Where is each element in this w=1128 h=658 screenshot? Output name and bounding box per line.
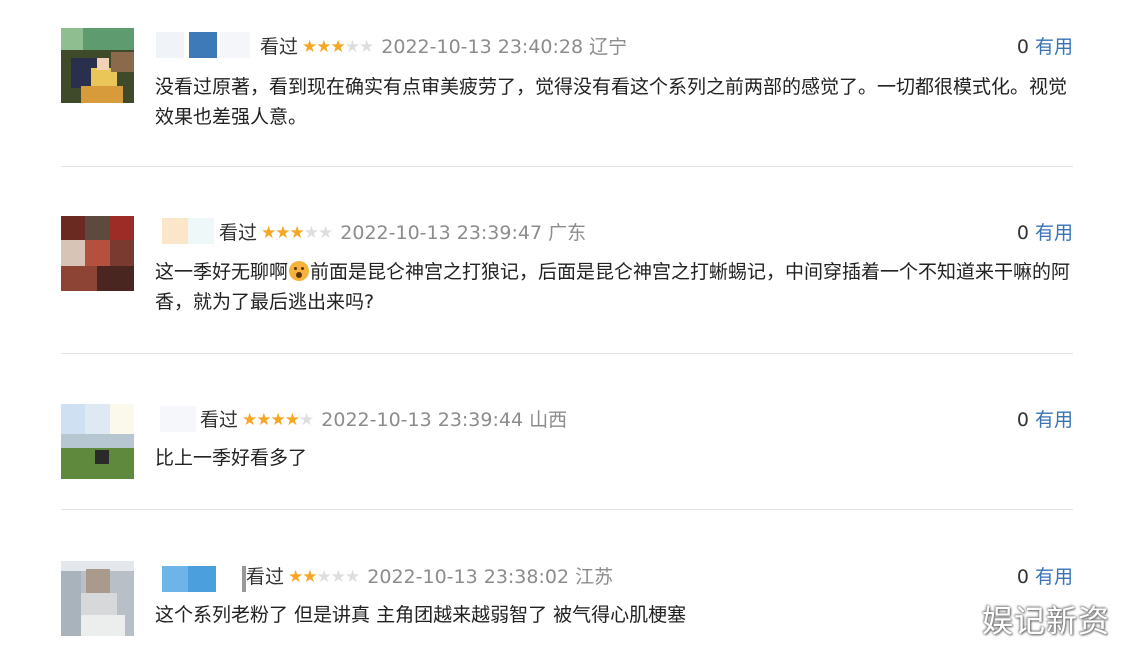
star-empty-icon: ★ xyxy=(299,410,314,430)
watermark: 娱记新资 xyxy=(982,604,1110,640)
comment-meta: 看过 ★★★★★ 2022-10-13 23:39:47 广东 xyxy=(219,218,586,248)
star-filled-icon: ★ xyxy=(302,567,317,587)
useful-button[interactable]: 有用 xyxy=(1035,36,1073,58)
star-filled-icon: ★ xyxy=(242,410,257,430)
watched-label: 看过 xyxy=(260,36,299,58)
star-filled-icon: ★ xyxy=(288,567,303,587)
comment-time: 2022-10-13 23:39:47 广东 xyxy=(340,222,586,244)
username-mosaic[interactable] xyxy=(156,32,256,58)
comment-meta: 看过 ★★★★★ 2022-10-13 23:39:44 山西 xyxy=(200,405,567,435)
user-avatar[interactable] xyxy=(61,404,134,479)
star-filled-icon: ★ xyxy=(330,37,346,57)
useful-vote: 0 有用 xyxy=(1017,218,1073,248)
comment-location: 辽宁 xyxy=(589,36,628,58)
comment-item: 看过 ★★★★★ 2022-10-13 23:40:28 辽宁 0 有用 没看过原著，… xyxy=(0,0,1128,166)
comment-text: 这个系列老粉了 但是讲真 主角团越来越弱智了 被气得心肌梗塞 xyxy=(155,604,687,626)
watched-label: 看过 xyxy=(200,409,239,431)
star-filled-icon: ★ xyxy=(270,410,286,430)
useful-count: 0 xyxy=(1016,36,1029,58)
comment-meta: 看过 ★★★★★ 2022-10-13 23:40:28 辽宁 xyxy=(260,32,627,62)
useful-count: 0 xyxy=(1016,222,1029,244)
star-filled-icon: ★ xyxy=(256,410,271,430)
star-filled-icon: ★ xyxy=(284,410,300,430)
surprised-face-emoji-icon xyxy=(289,261,310,281)
comment-timestamp: 2022-10-13 23:39:47 xyxy=(340,222,543,244)
comment-time: 2022-10-13 23:40:28 辽宁 xyxy=(381,36,627,58)
watched-label: 看过 xyxy=(246,566,285,588)
comment-time: 2022-10-13 23:38:02 江苏 xyxy=(367,566,613,588)
star-empty-icon: ★ xyxy=(318,223,333,243)
comment-meta: 看过 ★★★★★ 2022-10-13 23:38:02 江苏 xyxy=(246,562,613,592)
star-filled-icon: ★ xyxy=(275,223,290,243)
divider xyxy=(61,353,1073,354)
username-mosaic[interactable] xyxy=(160,406,196,432)
comment-text: 比上一季好看多了 xyxy=(155,447,308,469)
useful-button[interactable]: 有用 xyxy=(1035,409,1073,431)
comment-timestamp: 2022-10-13 23:38:02 xyxy=(367,566,570,588)
star-empty-icon: ★ xyxy=(303,223,319,243)
comment-text: 没看过原著，看到现在确实有点审美疲劳了，觉得没有看这个系列之前两部的感觉了。一切… xyxy=(155,76,1068,128)
user-avatar[interactable] xyxy=(61,561,134,636)
star-filled-icon: ★ xyxy=(261,223,276,243)
rating-stars: ★★★★★ xyxy=(242,405,314,435)
divider xyxy=(61,509,1073,510)
user-avatar[interactable] xyxy=(61,216,134,291)
star-empty-icon: ★ xyxy=(345,567,360,587)
comment-time: 2022-10-13 23:39:44 山西 xyxy=(321,409,567,431)
star-filled-icon: ★ xyxy=(302,37,317,57)
star-empty-icon: ★ xyxy=(330,567,346,587)
rating-stars: ★★★★★ xyxy=(288,562,360,592)
rating-stars: ★★★★★ xyxy=(302,32,374,62)
useful-vote: 0 有用 xyxy=(1017,405,1073,435)
comment-location: 山西 xyxy=(529,409,568,431)
star-filled-icon: ★ xyxy=(289,223,305,243)
username-mosaic[interactable] xyxy=(162,566,246,592)
comment-text-part: 这一季好无聊啊 xyxy=(155,261,289,283)
divider xyxy=(61,166,1073,167)
star-filled-icon: ★ xyxy=(316,37,331,57)
user-avatar[interactable] xyxy=(61,28,134,103)
useful-button[interactable]: 有用 xyxy=(1035,566,1073,588)
comment-timestamp: 2022-10-13 23:40:28 xyxy=(381,36,584,58)
watched-label: 看过 xyxy=(219,222,258,244)
comment-location: 广东 xyxy=(548,222,587,244)
useful-vote: 0 有用 xyxy=(1017,32,1073,62)
comment-timestamp: 2022-10-13 23:39:44 xyxy=(321,409,524,431)
comment-text: 这一季好无聊啊 前面是昆仑神宫之打狼记，后面是昆仑神宫之打蜥蜴记，中间穿插着一个不… xyxy=(155,257,1075,317)
useful-count: 0 xyxy=(1016,566,1029,588)
star-empty-icon: ★ xyxy=(316,567,332,587)
comment-location: 江苏 xyxy=(575,566,614,588)
star-empty-icon: ★ xyxy=(344,37,360,57)
rating-stars: ★★★★★ xyxy=(261,218,333,248)
username-mosaic[interactable] xyxy=(162,218,214,244)
star-empty-icon: ★ xyxy=(359,37,374,57)
useful-count: 0 xyxy=(1016,409,1029,431)
useful-vote: 0 有用 xyxy=(1017,562,1073,592)
useful-button[interactable]: 有用 xyxy=(1035,222,1073,244)
